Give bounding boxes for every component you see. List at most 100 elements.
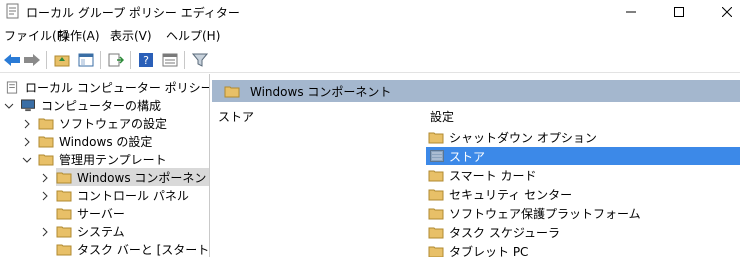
properties-button[interactable] — [160, 50, 180, 70]
menu-bar: ファイル(F) 操作(A) 表示(V) ヘルプ(H) — [0, 25, 740, 45]
chevron-right-icon[interactable] — [40, 227, 50, 237]
up-folder-button[interactable] — [52, 50, 72, 70]
app-icon — [6, 3, 19, 19]
filter-button[interactable] — [190, 50, 210, 70]
export-list-button[interactable] — [106, 50, 126, 70]
maximize-icon — [674, 6, 684, 17]
tree-item-windows-settings[interactable]: Windows の設定 — [38, 132, 152, 150]
details-pane: Windows コンポーネント ストア 設定 シャットダウン オプション ストア… — [212, 74, 740, 257]
minimize-button[interactable] — [608, 0, 654, 23]
folder-icon — [38, 136, 54, 147]
chevron-down-icon[interactable] — [22, 155, 32, 165]
chevron-right-icon[interactable] — [40, 191, 50, 201]
tree-item-admin-templates[interactable]: 管理用テンプレート — [38, 150, 167, 168]
up-folder-icon — [54, 55, 70, 67]
folder-icon — [428, 208, 444, 219]
help-icon: ? — [139, 53, 153, 67]
forward-button[interactable] — [22, 50, 42, 70]
tree-item-label: サーバー — [77, 206, 125, 221]
folder-icon — [56, 226, 72, 237]
tree-item-windows-components[interactable]: Windows コンポーネント — [56, 168, 210, 186]
column-header-setting[interactable]: 設定 — [430, 108, 454, 125]
close-button[interactable] — [704, 0, 740, 23]
tree-item-label: Windows の設定 — [59, 134, 153, 149]
folder-icon — [56, 190, 72, 201]
folder-icon — [56, 208, 72, 219]
menu-help[interactable]: ヘルプ(H) — [166, 27, 220, 44]
folder-icon — [428, 227, 444, 238]
list-item-label: ソフトウェア保護プラットフォーム — [449, 206, 641, 221]
help-button[interactable]: ? — [136, 50, 156, 70]
folder-icon — [56, 244, 72, 255]
minimize-icon — [626, 11, 636, 12]
list-item[interactable]: タブレット PC — [426, 242, 740, 257]
maximize-button[interactable] — [656, 0, 702, 23]
details-header-title: Windows コンポーネント — [250, 84, 392, 99]
list-item-selected[interactable]: ストア — [426, 147, 740, 165]
toolbar-separator — [184, 51, 185, 69]
computer-icon — [21, 98, 35, 111]
menu-view[interactable]: 表示(V) — [110, 27, 152, 44]
list-item[interactable]: ソフトウェア保護プラットフォーム — [426, 204, 740, 222]
tree-item-label: システム — [77, 224, 125, 239]
svg-text:?: ? — [143, 54, 149, 67]
toolbar-separator — [130, 51, 131, 69]
list-item[interactable]: タスク スケジューラ — [426, 223, 740, 241]
console-tree: ローカル コンピューター ポリシー コンピューターの構成 ソフトウェアの設定 W… — [0, 74, 210, 257]
filter-icon — [192, 53, 208, 67]
tree-item-server[interactable]: サーバー — [56, 204, 125, 222]
folder-icon — [428, 189, 444, 200]
list-item-label: タスク スケジューラ — [449, 225, 560, 240]
list-item-label: セキュリティ センター — [449, 187, 573, 202]
list-item-label: タブレット PC — [449, 244, 529, 257]
open-folder-icon — [56, 172, 72, 183]
toolbar-separator — [100, 51, 101, 69]
list-item-label: シャットダウン オプション — [449, 130, 597, 145]
close-icon — [722, 6, 732, 17]
tree-item-label: コンピューターの構成 — [41, 98, 162, 113]
folder-icon — [38, 118, 54, 129]
list-item[interactable]: セキュリティ センター — [426, 185, 740, 203]
tree-item-software-settings[interactable]: ソフトウェアの設定 — [38, 114, 167, 132]
tree-item-label: ソフトウェアの設定 — [59, 116, 168, 131]
details-header: Windows コンポーネント — [212, 80, 740, 102]
back-arrow-icon — [4, 54, 20, 66]
folder-icon — [38, 154, 54, 165]
back-button[interactable] — [2, 50, 22, 70]
chevron-right-icon[interactable] — [22, 119, 32, 129]
list-item-label: ストア — [449, 149, 486, 164]
folder-icon — [428, 170, 444, 181]
folder-icon — [224, 86, 240, 97]
toolbar: ? — [0, 47, 740, 73]
export-list-icon — [108, 53, 124, 67]
tree-item-system[interactable]: システム — [56, 222, 125, 240]
folder-icon — [428, 132, 444, 143]
tree-item-label: 管理用テンプレート — [59, 152, 167, 167]
store-folder-icon — [430, 150, 444, 162]
chevron-down-icon[interactable] — [4, 101, 14, 111]
list-item[interactable]: シャットダウン オプション — [426, 128, 740, 146]
tree-item-computer-config[interactable]: コンピューターの構成 — [20, 96, 161, 114]
forward-arrow-icon — [24, 54, 40, 66]
toolbar-separator — [46, 51, 47, 69]
tree-item-label: Windows コンポーネント — [77, 170, 210, 185]
tree-item-label: タスク バーと [スタート] メニュー — [77, 242, 210, 257]
policy-document-icon — [6, 80, 18, 94]
properties-icon — [162, 53, 178, 67]
description-title: ストア — [218, 110, 255, 124]
list-item[interactable]: スマート カード — [426, 166, 740, 184]
tree-item-label: コントロール パネル — [77, 188, 189, 203]
chevron-right-icon[interactable] — [22, 137, 32, 147]
folder-icon — [428, 246, 444, 257]
show-hide-tree-button[interactable] — [76, 50, 96, 70]
tree-item-control-panel[interactable]: コントロール パネル — [56, 186, 189, 204]
window-title: ローカル グループ ポリシー エディター — [26, 6, 240, 20]
console-tree-icon — [78, 53, 94, 67]
tree-item-taskbar-start[interactable]: タスク バーと [スタート] メニュー — [56, 240, 210, 257]
title-bar: ローカル グループ ポリシー エディター — [0, 0, 740, 23]
menu-action[interactable]: 操作(A) — [58, 27, 100, 44]
list-item-label: スマート カード — [449, 168, 537, 183]
tree-item-label: ローカル コンピューター ポリシー — [25, 80, 210, 95]
chevron-right-icon[interactable] — [40, 173, 50, 183]
tree-item-root[interactable]: ローカル コンピューター ポリシー — [4, 78, 210, 96]
